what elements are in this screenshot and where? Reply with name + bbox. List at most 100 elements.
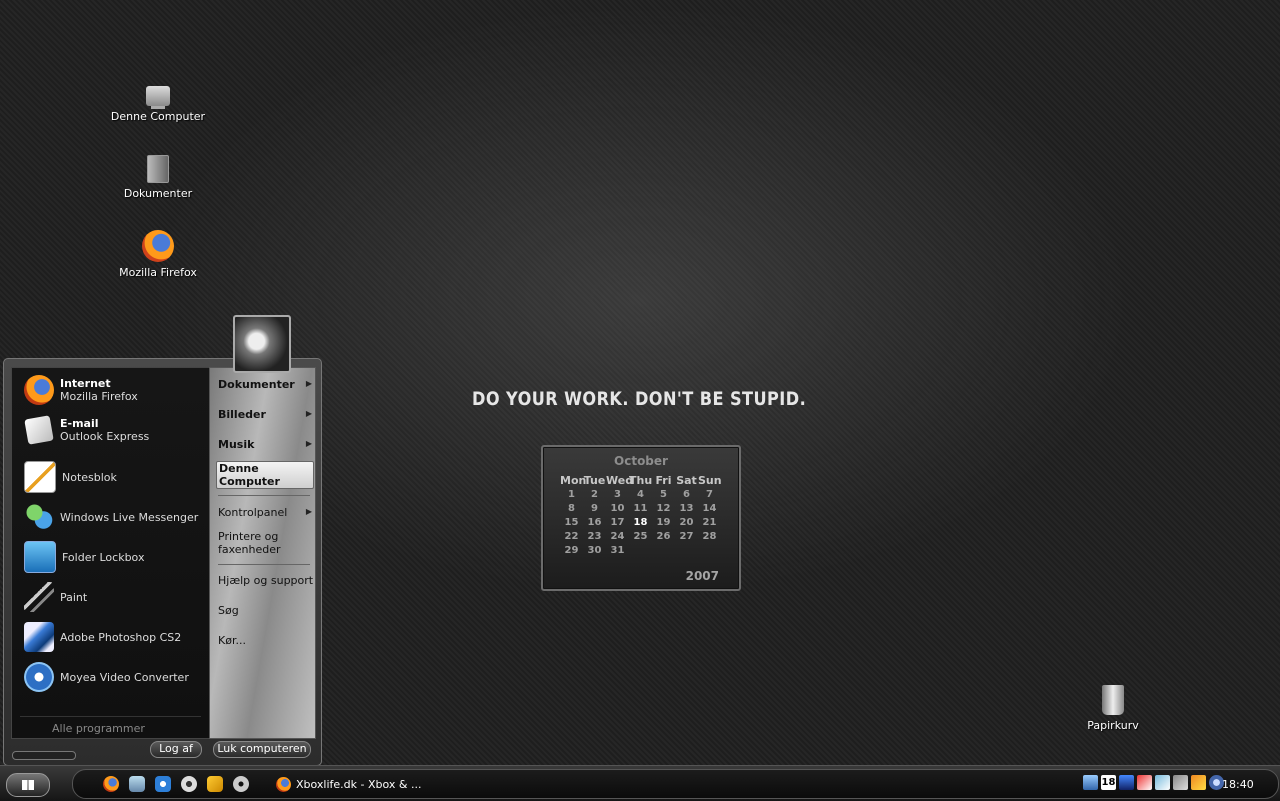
weekday: Tue (583, 474, 606, 487)
calendar-day[interactable]: 31 (606, 544, 629, 558)
desktop-icon-recycle-bin[interactable]: Papirkurv (1058, 685, 1168, 732)
messenger-tray-icon[interactable] (1155, 775, 1170, 790)
recent-paint[interactable]: Paint (24, 579, 87, 615)
start-menu-places: Dokumenter ▶ Billeder ▶ Musik ▶ Denne Co… (209, 367, 316, 739)
places-item-my-computer[interactable]: Denne Computer (216, 461, 314, 489)
photoshop-icon (24, 622, 54, 652)
calendar-day[interactable]: 5 (652, 488, 675, 502)
calendar-day[interactable]: 10 (606, 502, 629, 516)
calendar-day[interactable]: 27 (675, 530, 698, 544)
calendar-day[interactable]: 22 (560, 530, 583, 544)
start-menu-programs: Internet Mozilla Firefox E-mail Outlook … (11, 367, 210, 739)
recent-video-converter[interactable]: Moyea Video Converter (24, 659, 189, 695)
weekday: Wed (606, 474, 634, 487)
calendar-month: October (614, 454, 668, 468)
pinned-title: E-mail (60, 417, 99, 430)
calendar-day[interactable]: 4 (629, 488, 652, 502)
places-item-documents[interactable]: Dokumenter ▶ (218, 378, 314, 391)
desktop-icon-computer[interactable]: Denne Computer (103, 80, 213, 123)
places-item-help[interactable]: Hjælp og support (218, 574, 314, 587)
messenger-icon (24, 502, 54, 532)
quicklaunch-internet-explorer-icon[interactable] (155, 776, 171, 792)
all-programs-button[interactable]: Alle programmer (52, 722, 145, 735)
places-item-music[interactable]: Musik ▶ (218, 438, 314, 451)
network-icon[interactable] (1083, 775, 1098, 790)
desktop-icon-documents[interactable]: Dokumenter (103, 155, 213, 200)
quicklaunch-show-desktop-icon[interactable] (129, 776, 145, 792)
calendar-day[interactable]: 6 (675, 488, 698, 502)
weekday: Sat (676, 474, 697, 487)
places-item-search[interactable]: Søg (218, 604, 314, 617)
calendar-day[interactable]: 2 (583, 488, 606, 502)
quicklaunch-cd-icon[interactable] (233, 776, 249, 792)
weekday: Thu (629, 474, 653, 487)
recent-folder-lockbox[interactable]: Folder Lockbox (24, 539, 144, 575)
calendar-day[interactable]: 14 (698, 502, 721, 516)
quicklaunch-firefox-icon[interactable] (103, 776, 119, 792)
usb-icon[interactable] (1173, 775, 1188, 790)
tray-date-icon[interactable]: 18 (1101, 775, 1116, 790)
calendar-day[interactable]: 13 (675, 502, 698, 516)
calendar-weekdays: Mon Tue Wed Thu Fri Sat Sun (560, 474, 728, 488)
calendar-day[interactable]: 1 (560, 488, 583, 502)
calendar-day[interactable]: 11 (629, 502, 652, 516)
taskbar-clock[interactable]: 18:40 (1222, 778, 1254, 791)
calendar-day[interactable]: 7 (698, 488, 721, 502)
places-label: Dokumenter (218, 378, 295, 391)
places-label: Billeder (218, 408, 266, 421)
places-item-run[interactable]: Kør... (218, 634, 314, 647)
desktop-icon-firefox[interactable]: Mozilla Firefox (103, 230, 213, 279)
quicklaunch-winamp-icon[interactable] (207, 776, 223, 792)
calendar-gadget[interactable]: October Mon Tue Wed Thu Fri Sat Sun 1234… (541, 445, 741, 591)
start-button[interactable] (6, 773, 50, 797)
security-icon[interactable] (1137, 775, 1152, 790)
calendar-day[interactable]: 16 (583, 516, 606, 530)
firefox-icon (276, 776, 291, 792)
calendar-day[interactable]: 17 (606, 516, 629, 530)
calendar-week: 1234567 (560, 488, 728, 502)
calendar-day[interactable]: 3 (606, 488, 629, 502)
calendar-day[interactable]: 8 (560, 502, 583, 516)
recycle-bin-icon (1102, 685, 1124, 715)
calendar-day[interactable]: 30 (583, 544, 606, 558)
calendar-day[interactable]: 19 (652, 516, 675, 530)
weekday: Sun (698, 474, 722, 487)
taskbar-task-firefox[interactable]: Xboxlife.dk - Xbox & ... (276, 775, 421, 793)
pinned-email[interactable]: E-mail Outlook Express (24, 412, 149, 448)
calendar-day[interactable]: 12 (652, 502, 675, 516)
desktop-icon-label: Mozilla Firefox (119, 266, 197, 279)
quicklaunch-media-player-icon[interactable] (181, 776, 197, 792)
pinned-internet[interactable]: Internet Mozilla Firefox (24, 372, 138, 408)
recent-label: Notesblok (62, 470, 117, 484)
calendar-day[interactable]: 29 (560, 544, 583, 558)
shut-down-button[interactable]: Luk computeren (213, 741, 311, 758)
calendar-day[interactable]: 21 (698, 516, 721, 530)
calendar-day[interactable]: 18 (629, 516, 652, 530)
weekday: Mon (560, 474, 587, 487)
tray-app-icon[interactable] (1191, 775, 1206, 790)
calendar-day[interactable]: 9 (583, 502, 606, 516)
calendar-day[interactable]: 23 (583, 530, 606, 544)
calendar-day[interactable]: 28 (698, 530, 721, 544)
places-item-pictures[interactable]: Billeder ▶ (218, 408, 314, 421)
calendar-day[interactable]: 25 (629, 530, 652, 544)
task-label: Xboxlife.dk - Xbox & ... (296, 777, 422, 791)
log-off-button[interactable]: Log af (150, 741, 202, 758)
places-item-printers[interactable]: Printere og faxenheder (218, 530, 314, 556)
notepad-icon (24, 461, 56, 493)
calendar-day[interactable]: 24 (606, 530, 629, 544)
desktop-icon-label: Denne Computer (110, 110, 206, 123)
places-item-control-panel[interactable]: Kontrolpanel ▶ (218, 506, 314, 519)
recent-photoshop[interactable]: Adobe Photoshop CS2 (24, 619, 181, 655)
video-converter-icon (24, 662, 54, 692)
recent-label: Adobe Photoshop CS2 (60, 630, 182, 644)
user-avatar[interactable] (233, 315, 291, 373)
recent-notepad[interactable]: Notesblok (24, 459, 117, 495)
calendar-day[interactable]: 15 (560, 516, 583, 530)
windows-logo-icon (22, 780, 34, 790)
calendar-day[interactable]: 20 (675, 516, 698, 530)
mail-icon[interactable] (1119, 775, 1134, 790)
calendar-day[interactable]: 26 (652, 530, 675, 544)
recent-label: Folder Lockbox (62, 550, 145, 564)
recent-messenger[interactable]: Windows Live Messenger (24, 499, 198, 535)
